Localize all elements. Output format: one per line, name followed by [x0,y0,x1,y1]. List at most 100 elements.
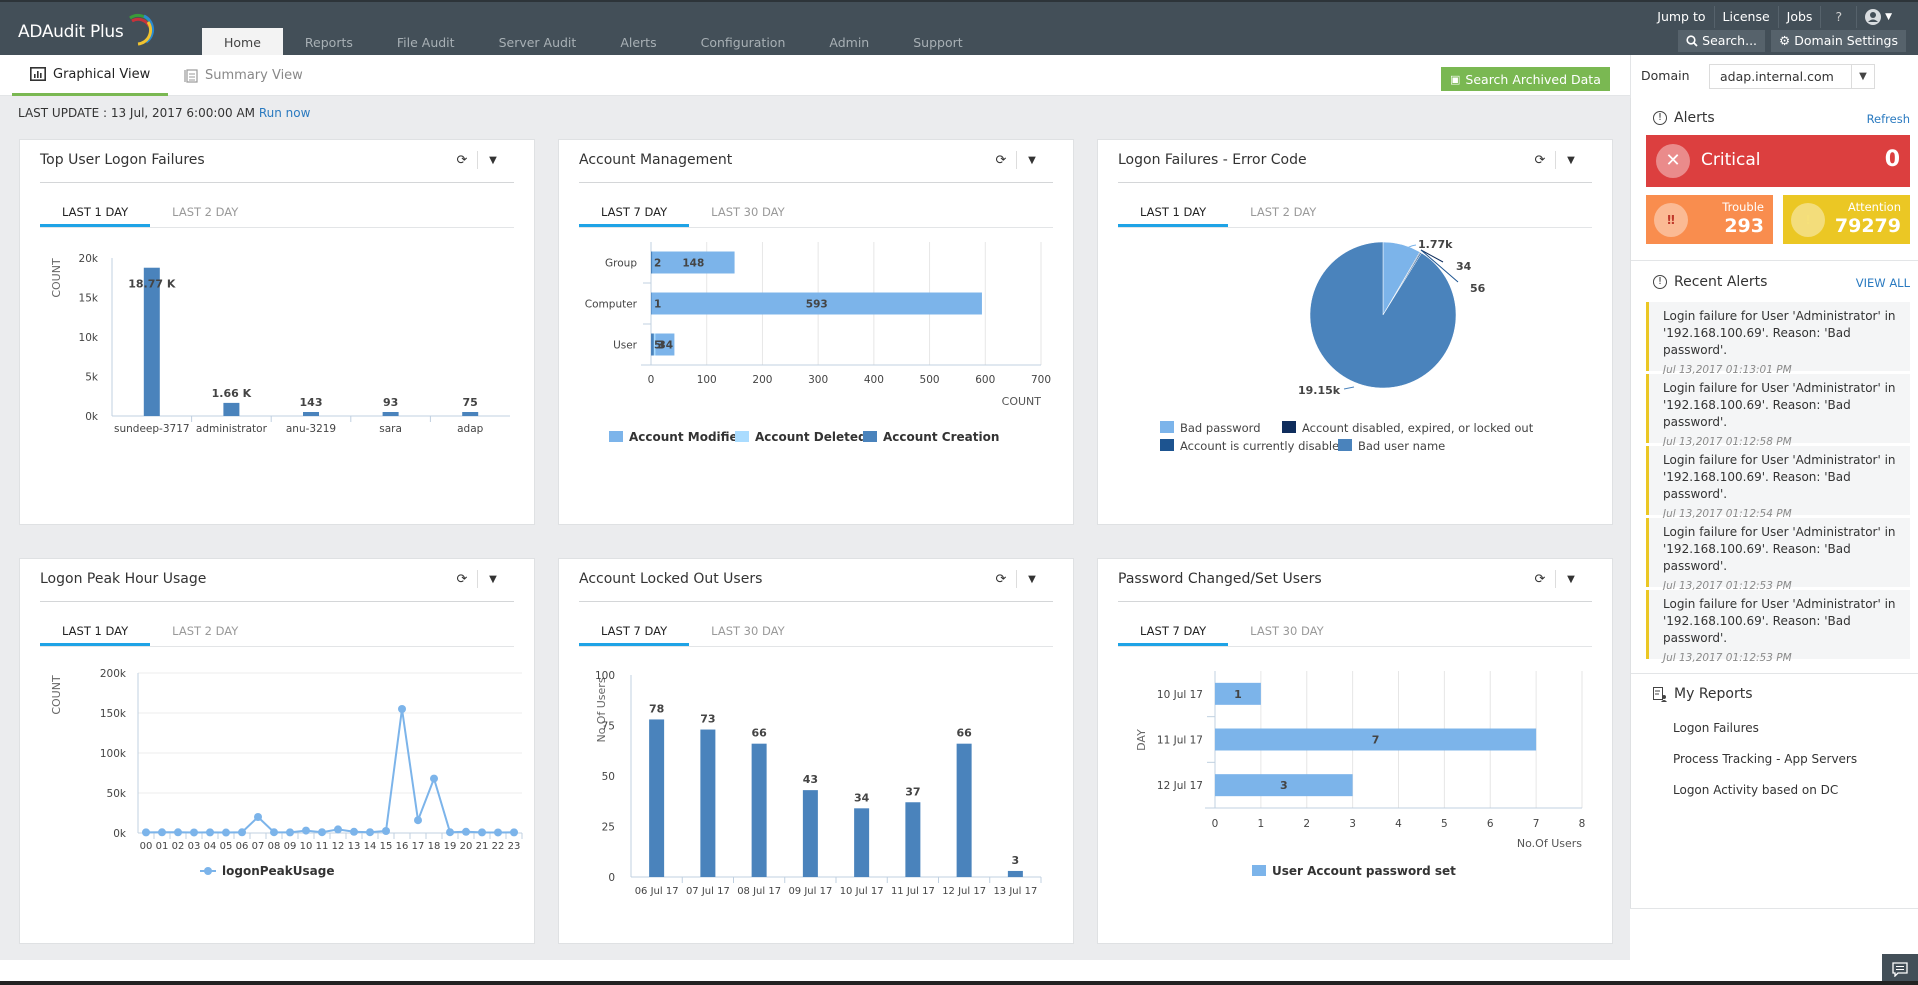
nav-home[interactable]: Home [202,28,283,57]
refresh-icon[interactable]: ⟳ [1525,150,1555,170]
panel-menu-dropdown-icon[interactable]: ▼ [1017,569,1047,589]
recent-alert-item[interactable]: Login failure for User 'Administrator' i… [1646,590,1910,664]
tab-graphical-view[interactable]: Graphical View [12,55,169,96]
nav-configuration[interactable]: Configuration [679,28,808,57]
bar [802,790,818,877]
alert-message: Login failure for User 'Administrator' i… [1663,381,1896,429]
panel-logon-failures-error-code: Logon Failures - Error Code ⟳ ▼ LAST 1 D… [1097,139,1613,525]
jobs-link[interactable]: Jobs [1779,6,1822,28]
data-label: 34 [1456,260,1472,273]
period-tabs: LAST 7 DAY LAST 30 DAY [1118,617,1592,647]
data-label: 3 [1280,779,1288,792]
panel-menu-dropdown-icon[interactable]: ▼ [1017,150,1047,170]
nav-server-audit[interactable]: Server Audit [477,28,599,57]
data-label: 43 [803,773,818,786]
legend-swatch [1160,421,1174,433]
tab-period-2[interactable]: LAST 30 DAY [1228,617,1345,646]
data-label: 34 [854,791,870,804]
tab-period-2[interactable]: LAST 2 DAY [1228,198,1338,227]
data-label: 37 [905,785,920,798]
nav-alerts[interactable]: Alerts [598,28,678,57]
summary-view-label: Summary View [205,68,303,83]
x-tick-label: 14 [364,841,377,852]
domain-select[interactable]: adap.internal.com ▼ [1709,64,1875,89]
tab-period-1[interactable]: LAST 7 DAY [1118,617,1229,646]
domain-settings-button[interactable]: ⚙ Domain Settings [1771,30,1906,52]
legend-swatch [1252,865,1266,876]
user-menu[interactable]: ▼ [1857,6,1900,28]
panel-menu-dropdown-icon[interactable]: ▼ [478,569,508,589]
nav-support[interactable]: Support [891,28,984,57]
tab-period-2[interactable]: LAST 2 DAY [150,617,260,646]
view-all-alerts-link[interactable]: VIEW ALL [1856,276,1910,290]
attention-alerts-tile[interactable]: ! Attention 79279 [1783,195,1910,244]
panel-menu-dropdown-icon[interactable]: ▼ [478,150,508,170]
x-tick-label: 01 [156,841,169,852]
refresh-icon[interactable]: ⟳ [447,150,477,170]
run-now-link[interactable]: Run now [259,106,311,120]
data-label: 19.15k [1298,384,1341,397]
tab-period-1[interactable]: LAST 1 DAY [1118,198,1229,227]
refresh-icon[interactable]: ⟳ [447,569,477,589]
archive-icon: ▣ [1450,72,1461,86]
x-tick-label: 19 [444,841,457,852]
refresh-icon[interactable]: ⟳ [986,569,1016,589]
y-tick-label: 200k [100,668,127,680]
recent-alert-item[interactable]: Login failure for User 'Administrator' i… [1646,518,1910,592]
tab-summary-view[interactable]: Summary View [184,55,303,96]
y-tick-label: 15k [79,293,99,305]
x-tick-label: 02 [172,841,185,852]
app-logo[interactable]: ADAudit Plus [18,22,124,42]
panel-menu-dropdown-icon[interactable]: ▼ [1556,569,1586,589]
x-tick-label: 15 [380,841,393,852]
tab-period-1[interactable]: LAST 7 DAY [579,198,690,227]
recent-alert-item[interactable]: Login failure for User 'Administrator' i… [1646,374,1910,448]
x-tick-label: 5 [1441,818,1448,830]
tab-period-2[interactable]: LAST 30 DAY [689,198,806,227]
report-link[interactable]: Process Tracking - App Servers [1673,752,1857,766]
data-point [510,828,518,837]
data-label: 1.77k [1418,238,1453,251]
search-archived-data-button[interactable]: ▣ Search Archived Data [1441,67,1610,91]
recent-alert-item[interactable]: Login failure for User 'Administrator' i… [1646,446,1910,520]
domain-selector-bar: Domain adap.internal.com ▼ [1630,55,1918,98]
refresh-icon[interactable]: ⟳ [1525,569,1555,589]
global-search-button[interactable]: Search... [1678,30,1766,52]
legend-swatch [863,431,877,442]
y-tick-label: Group [605,258,637,270]
tab-period-1[interactable]: LAST 1 DAY [40,198,151,227]
data-label: 1 [1234,688,1242,701]
panel-menu-dropdown-icon[interactable]: ▼ [1556,150,1586,170]
nav-file-audit[interactable]: File Audit [375,28,477,57]
data-point [462,827,470,836]
critical-alerts-tile[interactable]: ✕ Critical 0 [1646,135,1910,187]
x-tick-label: 12 [332,841,345,852]
chart-svg: 0 1 2 3 4 5 6 7 8 No.Of Users DAY 10 Jul 17 1 11 Jul … [1135,671,1585,878]
bar [700,729,716,877]
y-tick-label: 10 Jul 17 [1157,689,1203,701]
recent-alert-item[interactable]: Login failure for User 'Administrator' i… [1646,302,1910,376]
nav-admin[interactable]: Admin [807,28,891,57]
tab-period-1[interactable]: LAST 1 DAY [40,617,151,646]
data-point [478,828,486,837]
refresh-icon[interactable]: ⟳ [986,150,1016,170]
tab-period-1[interactable]: LAST 7 DAY [579,617,690,646]
tab-period-2[interactable]: LAST 30 DAY [689,617,806,646]
report-link[interactable]: Logon Failures [1673,721,1759,735]
refresh-alerts-link[interactable]: Refresh [1867,112,1910,126]
x-tick-label: 20 [460,841,473,852]
search-icon [1686,35,1698,47]
nav-reports[interactable]: Reports [283,28,375,57]
utility-links: Jump to License Jobs ? ▼ [1649,6,1900,28]
trouble-alerts-tile[interactable]: ‼ Trouble 293 [1646,195,1773,244]
x-tick-label: 18 [428,841,441,852]
report-link[interactable]: Logon Activity based on DC [1673,783,1838,797]
help-icon[interactable]: ? [1821,6,1858,28]
data-point [190,828,198,837]
view-toolbar: Graphical View Summary View [0,55,1630,96]
jump-to-link[interactable]: Jump to [1649,6,1715,28]
divider [1631,673,1918,674]
domain-value: adap.internal.com [1720,69,1834,84]
license-link[interactable]: License [1715,6,1779,28]
tab-period-2[interactable]: LAST 2 DAY [150,198,260,227]
